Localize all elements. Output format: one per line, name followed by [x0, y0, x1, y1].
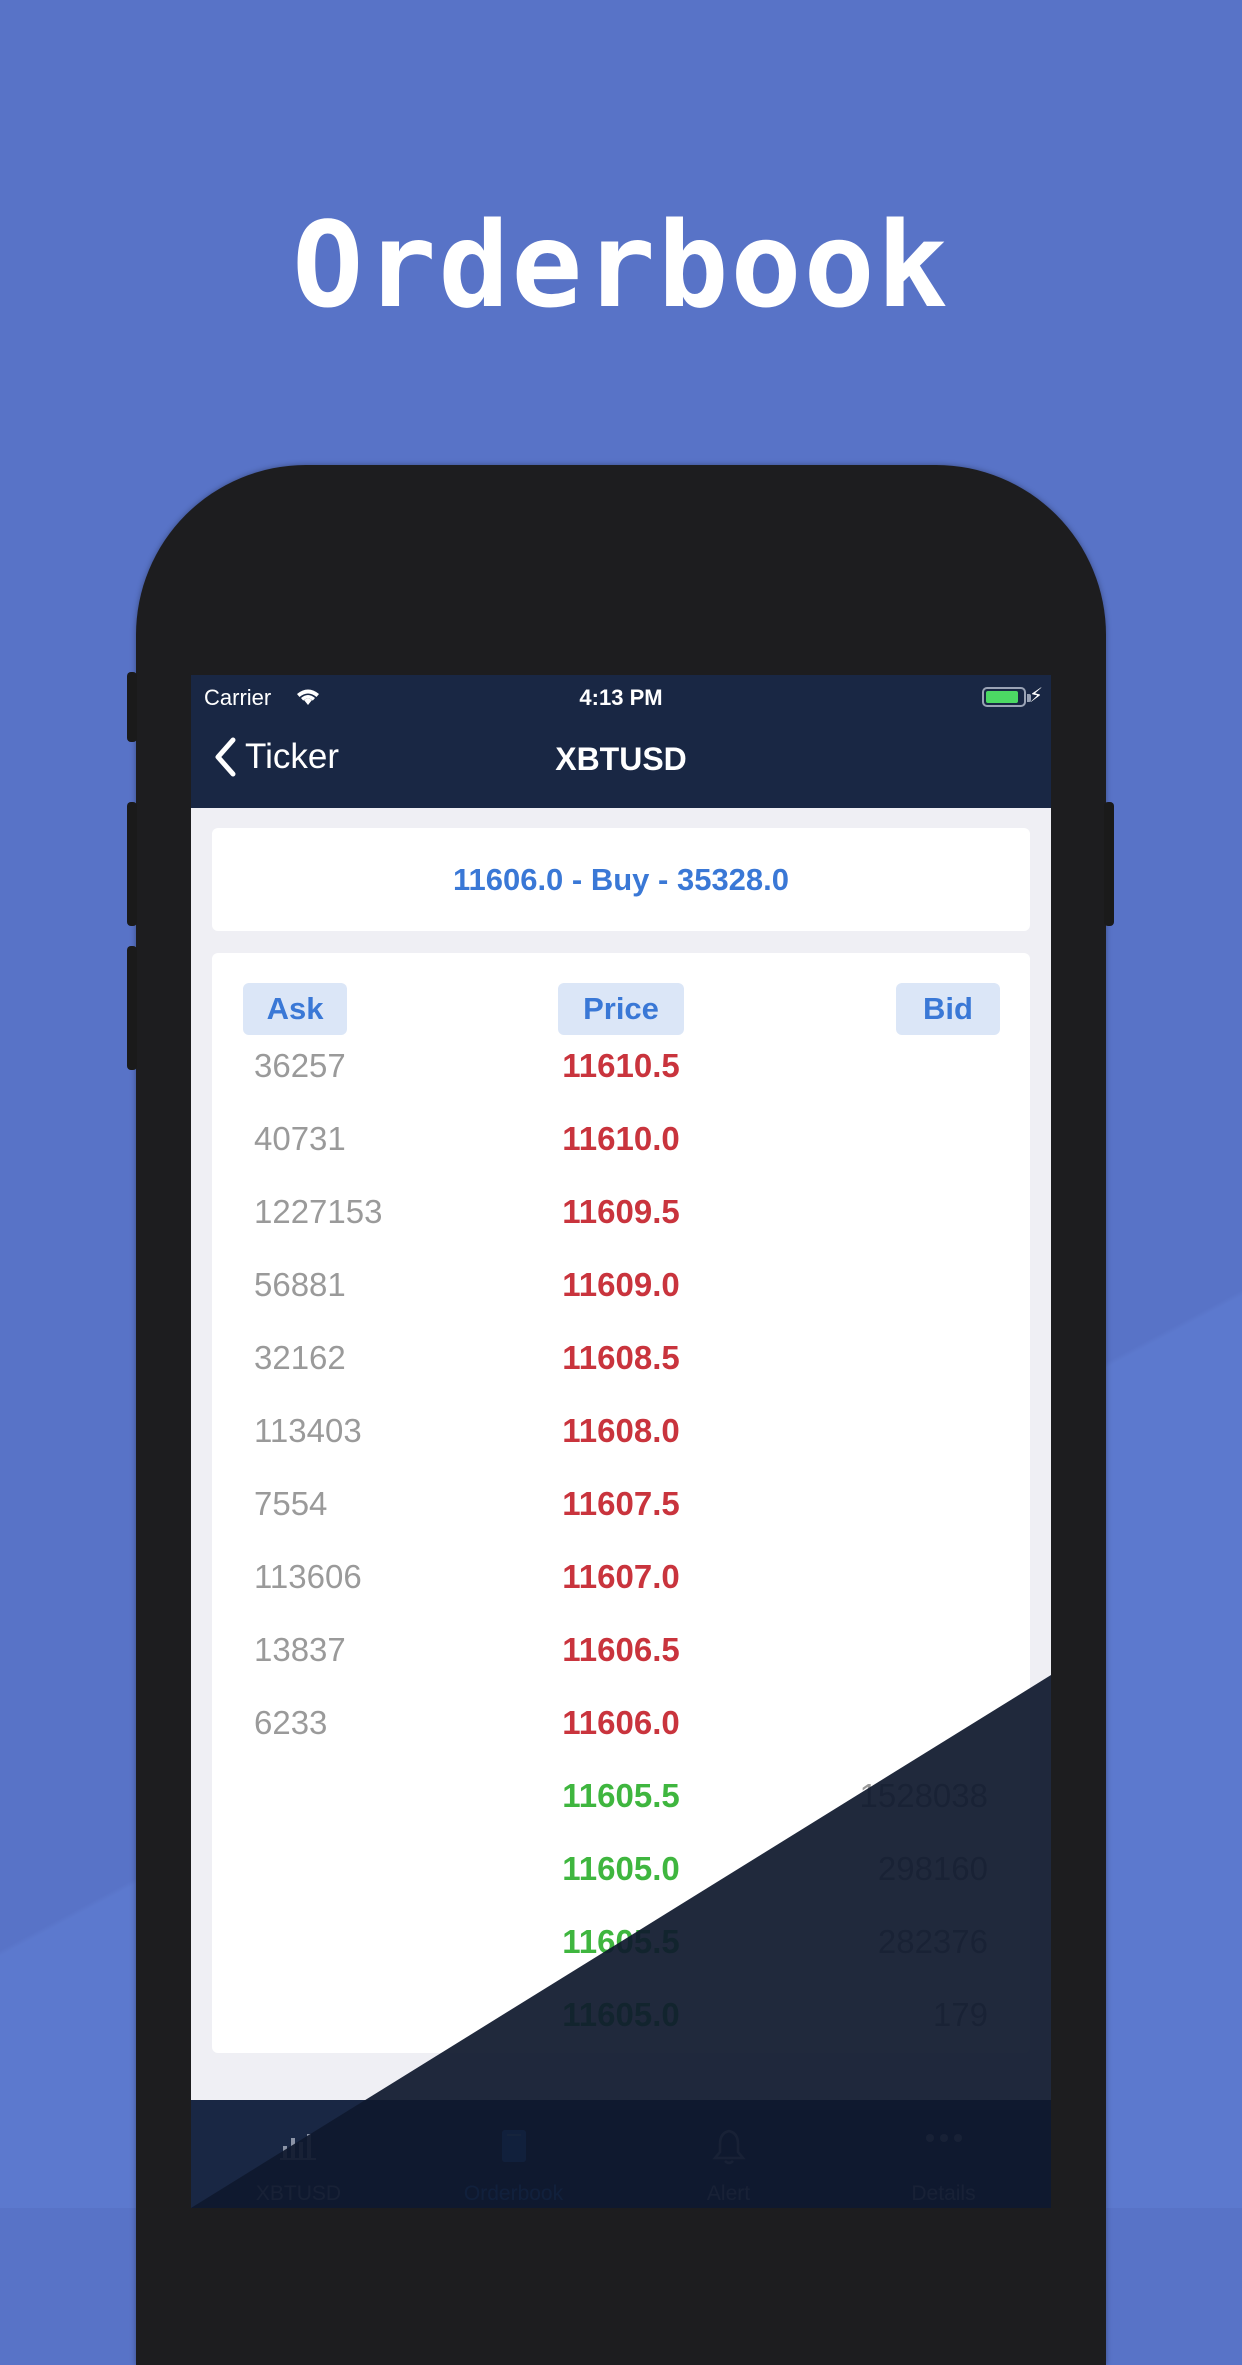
bid-price: 11605.0 [562, 1996, 680, 2033]
orderbook-row[interactable]: 113403 11608.0 [212, 1397, 1030, 1470]
ask-price: 11607.5 [562, 1485, 680, 1522]
book-icon [406, 2128, 621, 2164]
phone-screen: Carrier 4:13 PM ⚡ Ticker XBTUSD 11606.0 … [191, 675, 1051, 2208]
tab-bar: XBTUSD Orderbook Alert Details [191, 2100, 1051, 2208]
orderbook-row[interactable]: 56881 11609.0 [212, 1251, 1030, 1324]
ask-price: 11607.0 [562, 1558, 680, 1595]
orderbook-row[interactable]: 7554 11607.5 [212, 1470, 1030, 1543]
ask-price: 11608.0 [562, 1412, 680, 1449]
column-header-ask[interactable]: Ask [243, 983, 347, 1035]
orderbook-row[interactable]: 36257 11610.5 [212, 1032, 1030, 1105]
nav-title: XBTUSD [555, 741, 687, 777]
ask-price: 11608.5 [562, 1339, 680, 1376]
orderbook-row[interactable]: 40731 11610.0 [212, 1105, 1030, 1178]
bar-chart-icon [191, 2128, 406, 2162]
more-dots-icon [836, 2128, 1051, 2148]
orderbook-row[interactable]: 6233 11606.0 [212, 1689, 1030, 1762]
bell-icon [621, 2128, 836, 2166]
orderbook-row[interactable]: 11605.0 179 [212, 1981, 1030, 2054]
ask-price: 11609.5 [562, 1193, 680, 1230]
orderbook-row[interactable]: 11605.5 1528038 [212, 1762, 1030, 1835]
page-headline: Orderbook [292, 196, 950, 334]
orderbook-row[interactable]: 1227153 11609.5 [212, 1178, 1030, 1251]
ask-price: 11609.0 [562, 1266, 680, 1303]
bid-size: 282376 [877, 1923, 988, 1960]
status-time: 4:13 PM [579, 685, 663, 710]
tab-label: Details [911, 2182, 976, 2205]
orderbook-row[interactable]: 13837 11606.5 [212, 1616, 1030, 1689]
charging-bolt-icon: ⚡ [1028, 685, 1043, 707]
ask-price: 11606.5 [562, 1631, 680, 1668]
tab-label: Alert [706, 2182, 751, 2205]
tab-orderbook[interactable]: Orderbook [406, 2100, 621, 2208]
column-header-bid[interactable]: Bid [896, 983, 1000, 1035]
orderbook-row[interactable]: 11605.5 282376 [212, 1908, 1030, 1981]
volume-down-button [127, 946, 137, 1070]
bid-size: 1528038 [859, 1777, 988, 1814]
tab-alert[interactable]: Alert [621, 2100, 836, 2208]
ask-price: 11606.0 [562, 1704, 680, 1741]
orderbook-row[interactable]: 32162 11608.5 [212, 1324, 1030, 1397]
bid-size: 179 [932, 1996, 988, 2033]
navigation-bar: Carrier 4:13 PM ⚡ Ticker XBTUSD [191, 675, 1051, 808]
tab-label: Orderbook [463, 2182, 564, 2205]
power-button [1104, 802, 1114, 926]
volume-up-button [127, 802, 137, 926]
tab-xbtusd[interactable]: XBTUSD [191, 2100, 406, 2208]
ask-price: 11610.0 [562, 1120, 680, 1157]
last-trade-summary: 11606.0 - Buy - 35328.0 [212, 828, 1030, 931]
orderbook-row[interactable]: 113606 11607.0 [212, 1543, 1030, 1616]
column-header-price[interactable]: Price [558, 983, 684, 1035]
tab-details[interactable]: Details [836, 2100, 1051, 2208]
mute-switch [127, 672, 137, 742]
tab-label: XBTUSD [255, 2182, 342, 2205]
orderbook-table: Ask Price Bid 36257 11610.5 40731 11610.0 12… [212, 953, 1030, 2053]
orderbook-row[interactable]: 11605.0 298160 [212, 1835, 1030, 1908]
battery-icon [982, 687, 1031, 707]
bid-size: 298160 [877, 1850, 988, 1887]
ask-price: 11610.5 [562, 1047, 680, 1084]
